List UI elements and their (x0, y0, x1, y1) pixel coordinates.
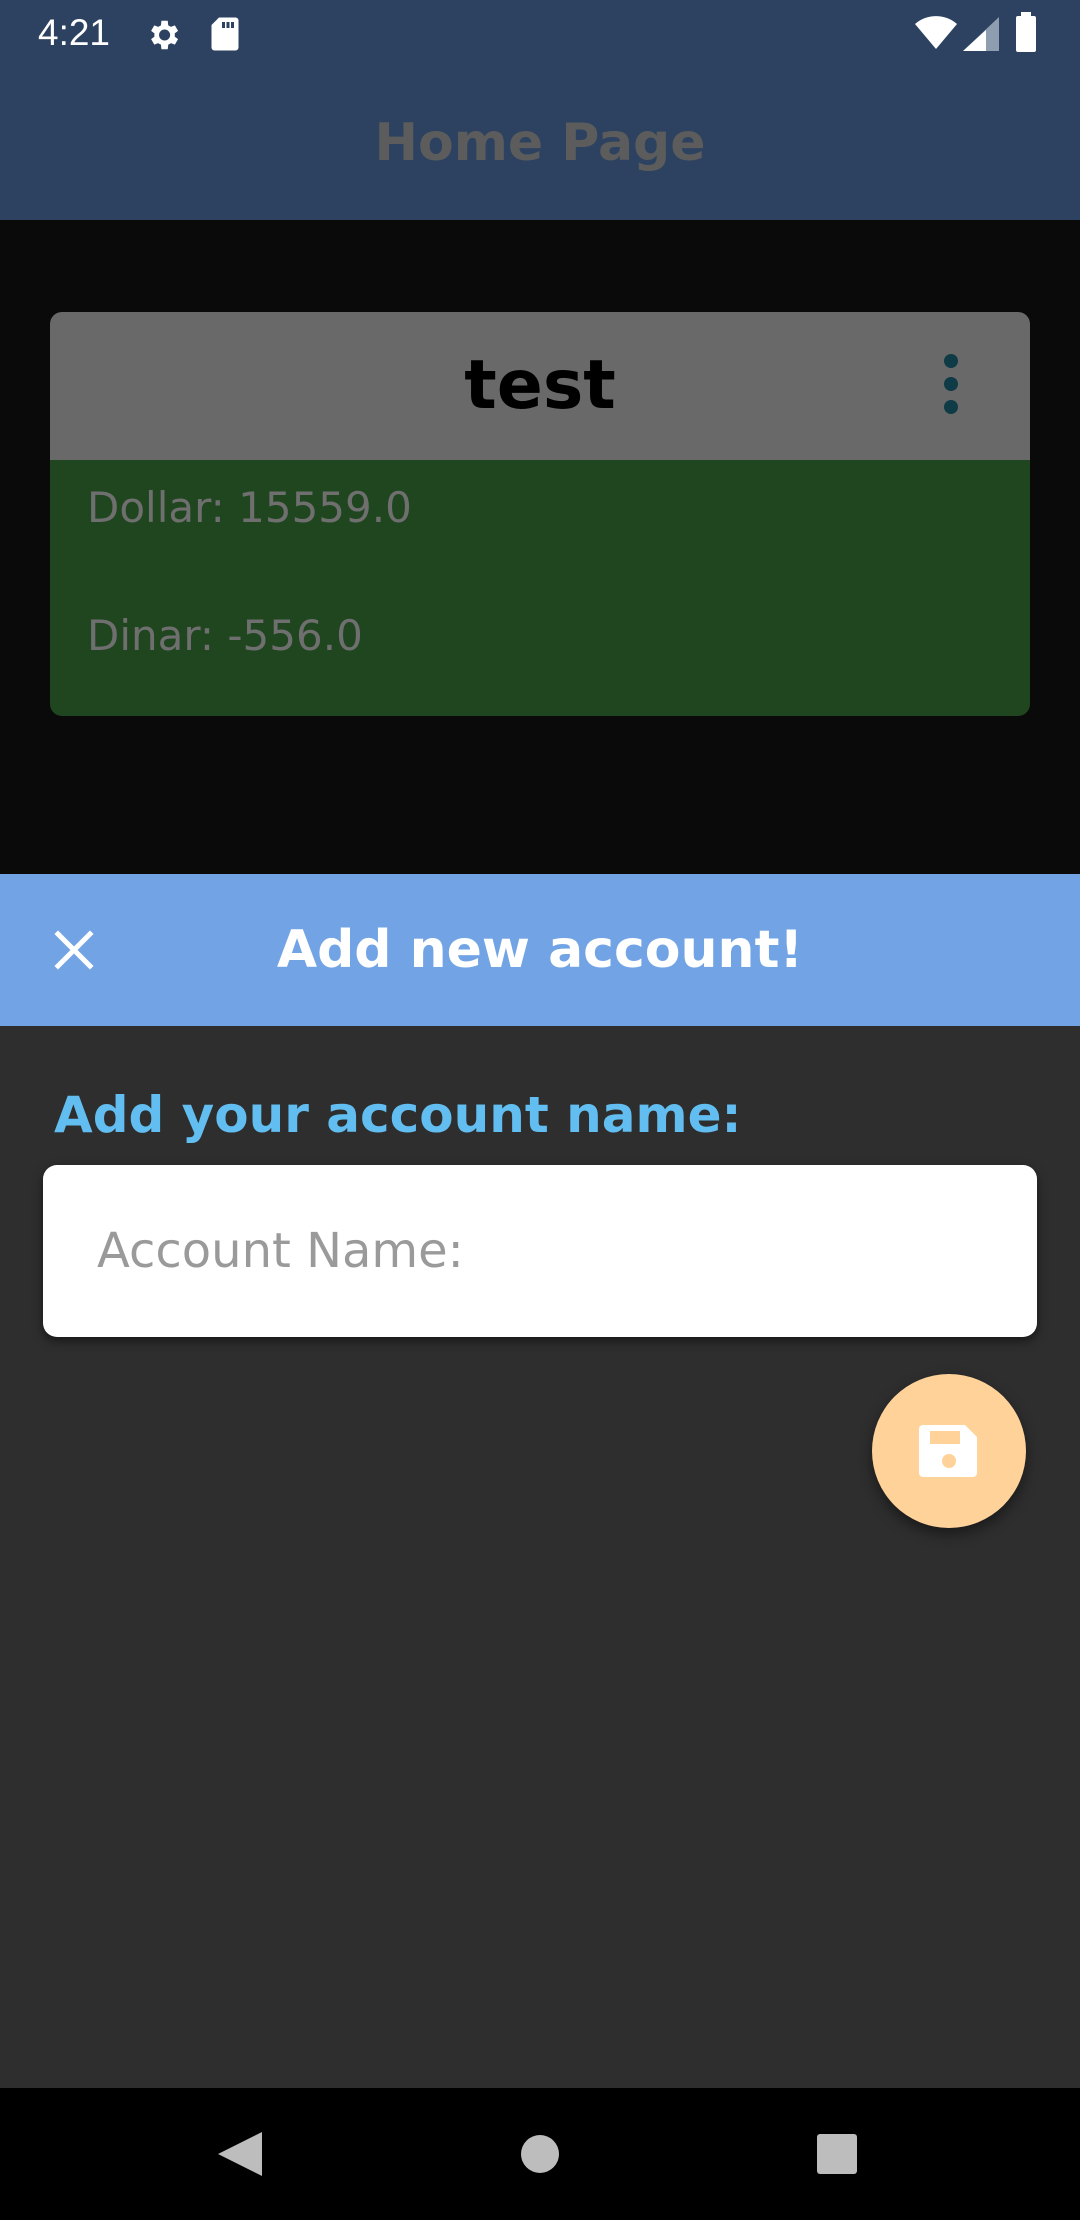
page-title: Home Page (374, 113, 706, 173)
account-name-input[interactable] (97, 1165, 997, 1337)
close-icon (54, 930, 94, 970)
status-bar: 4:21 (0, 0, 1080, 66)
balance-dollar: Dollar: 15559.0 (87, 483, 412, 532)
account-name-field[interactable] (43, 1165, 1037, 1337)
save-button[interactable] (872, 1374, 1026, 1528)
close-button[interactable] (26, 902, 122, 998)
sheet-header: Add new account! (0, 874, 1080, 1026)
account-name-label: Add your account name: (54, 1086, 742, 1144)
account-name: test (464, 346, 616, 425)
status-time: 4:21 (38, 12, 111, 53)
floppy-disk-icon (919, 1425, 977, 1477)
signal-icon (963, 17, 999, 51)
navigation-bar (0, 2088, 1080, 2220)
account-card-body: Dollar: 15559.0 Dinar: -556.0 (50, 460, 1030, 716)
home-icon[interactable] (520, 2134, 560, 2174)
back-icon[interactable] (214, 2128, 268, 2180)
account-card-header: test (50, 312, 1030, 460)
balance-dinar: Dinar: -556.0 (87, 611, 363, 660)
more-vertical-icon[interactable] (928, 348, 972, 420)
battery-icon (1016, 12, 1036, 52)
sd-card-icon (211, 17, 239, 51)
account-card[interactable]: test Dollar: 15559.0 Dinar: -556.0 (50, 312, 1030, 716)
gear-icon (151, 20, 179, 50)
sheet-title: Add new account! (276, 920, 804, 980)
app-bar: Home Page (0, 66, 1080, 220)
recents-icon[interactable] (816, 2134, 858, 2174)
wifi-icon (915, 16, 957, 49)
